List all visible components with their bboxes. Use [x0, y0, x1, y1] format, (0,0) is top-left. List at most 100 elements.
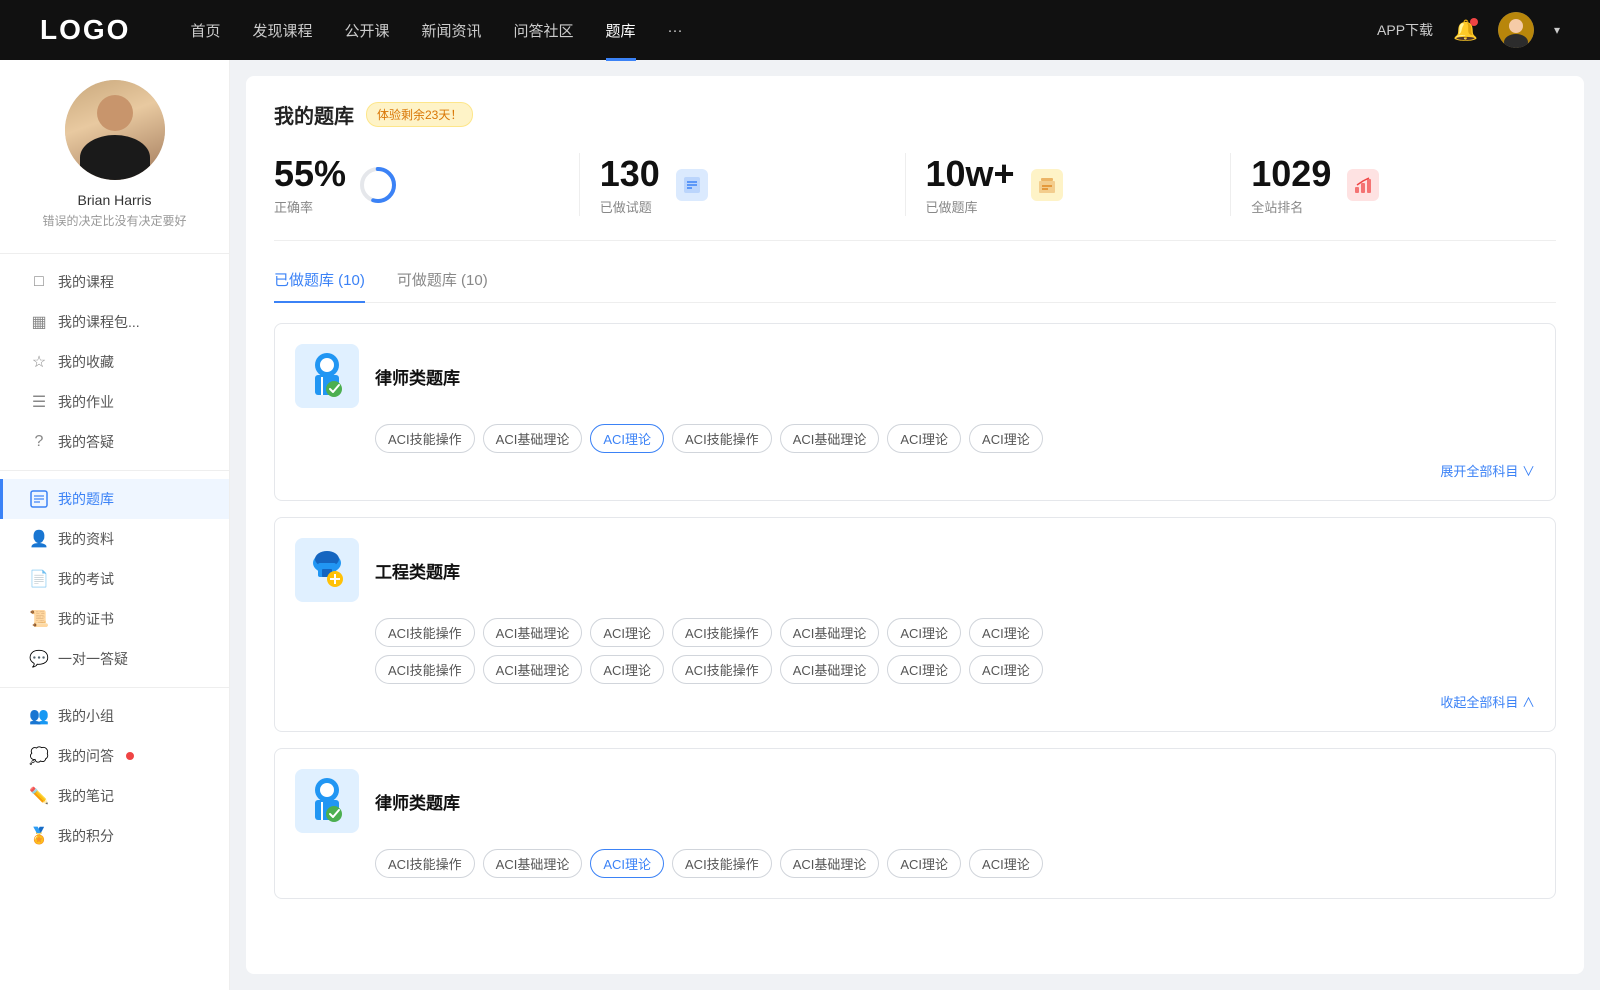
- bank-card-0-title: 律师类题库: [375, 364, 460, 389]
- sidebar-item-my-cert[interactable]: 📜 我的证书: [0, 599, 229, 639]
- bank-2-tag-4[interactable]: ACI基础理论: [780, 849, 880, 878]
- favorites-icon: ☆: [30, 353, 48, 371]
- bank-card-2-icon: [295, 769, 359, 833]
- bank-card-2-title: 律师类题库: [375, 789, 460, 814]
- questions-icon-square: [676, 169, 708, 201]
- bank-1-tag-4[interactable]: ACI基础理论: [780, 618, 880, 647]
- sidebar-item-label-favorites: 我的收藏: [58, 352, 114, 372]
- page-layout: Brian Harris 错误的决定比没有决定要好 □ 我的课程 ▦ 我的课程包…: [0, 60, 1600, 990]
- accuracy-icon: [358, 165, 398, 205]
- sidebar-item-my-notes[interactable]: ✏️ 我的笔记: [0, 776, 229, 816]
- sidebar: Brian Harris 错误的决定比没有决定要好 □ 我的课程 ▦ 我的课程包…: [0, 60, 230, 990]
- sidebar-divider-top: [0, 253, 229, 254]
- stat-done-banks-content: 10w+ 已做题库: [926, 153, 1015, 216]
- stat-rank-value: 1029: [1251, 153, 1331, 195]
- bank-1-tag-1[interactable]: ACI基础理论: [483, 618, 583, 647]
- logo: LOGO: [40, 14, 130, 46]
- sidebar-item-label-my-profile: 我的资料: [58, 529, 114, 549]
- bank-1-expand[interactable]: 收起全部科目 ∧: [295, 692, 1535, 711]
- bank-card-1-tags-row2: ACI技能操作 ACI基础理论 ACI理论 ACI技能操作 ACI基础理论 AC…: [375, 655, 1535, 684]
- homework-icon: ☰: [30, 393, 48, 411]
- nav-opencourse[interactable]: 公开课: [344, 20, 389, 41]
- bank-2-tag-2[interactable]: ACI理论: [590, 849, 664, 878]
- sidebar-item-homework[interactable]: ☰ 我的作业: [0, 382, 229, 422]
- nav-more[interactable]: ···: [668, 22, 683, 39]
- bank-1-extra-tag-2[interactable]: ACI理论: [590, 655, 664, 684]
- sidebar-item-question-bank[interactable]: 我的题库: [0, 479, 229, 519]
- sidebar-item-my-profile[interactable]: 👤 我的资料: [0, 519, 229, 559]
- bank-0-tag-2[interactable]: ACI理论: [590, 424, 664, 453]
- bank-2-tag-6[interactable]: ACI理论: [969, 849, 1043, 878]
- bank-1-tag-0[interactable]: ACI技能操作: [375, 618, 475, 647]
- my-qa-icon: ?: [30, 433, 48, 451]
- tab-available-banks[interactable]: 可做题库 (10): [397, 269, 488, 302]
- bank-1-extra-tag-3[interactable]: ACI技能操作: [672, 655, 772, 684]
- rank-icon-square: [1347, 169, 1379, 201]
- sidebar-item-my-questions[interactable]: 💭 我的问答: [0, 736, 229, 776]
- nav-qa[interactable]: 问答社区: [514, 20, 574, 41]
- bank-2-tag-5[interactable]: ACI理论: [887, 849, 961, 878]
- nav-discover[interactable]: 发现课程: [252, 20, 312, 41]
- bank-card-0-tags: ACI技能操作 ACI基础理论 ACI理论 ACI技能操作 ACI基础理论 AC…: [375, 424, 1535, 453]
- bank-0-tag-5[interactable]: ACI理论: [887, 424, 961, 453]
- sidebar-item-one-on-one[interactable]: 💬 一对一答疑: [0, 639, 229, 679]
- page-header: 我的题库 体验剩余23天！: [274, 100, 1556, 129]
- sidebar-item-my-exam[interactable]: 📄 我的考试: [0, 559, 229, 599]
- stat-done-questions-value: 130: [600, 153, 660, 195]
- sidebar-item-favorites[interactable]: ☆ 我的收藏: [0, 342, 229, 382]
- navbar: LOGO 首页 发现课程 公开课 新闻资讯 问答社区 题库 ··· APP下载 …: [0, 0, 1600, 60]
- app-download-button[interactable]: APP下载: [1377, 20, 1433, 40]
- tabs: 已做题库 (10) 可做题库 (10): [274, 269, 1556, 303]
- stat-rank-label: 全站排名: [1251, 197, 1331, 216]
- bank-1-extra-tag-1[interactable]: ACI基础理论: [483, 655, 583, 684]
- sidebar-item-my-course[interactable]: □ 我的课程: [0, 262, 229, 302]
- bank-card-1-title: 工程类题库: [375, 558, 460, 583]
- banks-icon-square: [1031, 169, 1063, 201]
- sidebar-item-label-my-notes: 我的笔记: [58, 786, 114, 806]
- sidebar-item-course-package[interactable]: ▦ 我的课程包...: [0, 302, 229, 342]
- stat-accuracy-label: 正确率: [274, 197, 346, 216]
- my-exam-icon: 📄: [30, 570, 48, 588]
- bank-1-extra-tag-0[interactable]: ACI技能操作: [375, 655, 475, 684]
- bank-1-extra-tag-5[interactable]: ACI理论: [887, 655, 961, 684]
- bank-card-0: 律师类题库 ACI技能操作 ACI基础理论 ACI理论 ACI技能操作 ACI基…: [274, 323, 1556, 501]
- bank-1-tag-5[interactable]: ACI理论: [887, 618, 961, 647]
- sidebar-item-label-my-cert: 我的证书: [58, 609, 114, 629]
- one-on-one-icon: 💬: [30, 650, 48, 668]
- rank-icon: [1343, 165, 1383, 205]
- bank-1-extra-tag-6[interactable]: ACI理论: [969, 655, 1043, 684]
- bank-0-tag-3[interactable]: ACI技能操作: [672, 424, 772, 453]
- nav-news[interactable]: 新闻资讯: [422, 20, 482, 41]
- nav-questionbank[interactable]: 题库: [606, 20, 636, 41]
- bank-0-tag-4[interactable]: ACI基础理论: [780, 424, 880, 453]
- my-points-icon: 🏅: [30, 827, 48, 845]
- nav-home[interactable]: 首页: [190, 20, 220, 41]
- bank-2-tag-1[interactable]: ACI基础理论: [483, 849, 583, 878]
- bank-2-tag-3[interactable]: ACI技能操作: [672, 849, 772, 878]
- sidebar-item-my-points[interactable]: 🏅 我的积分: [0, 816, 229, 856]
- bank-1-extra-tag-4[interactable]: ACI基础理论: [780, 655, 880, 684]
- bank-1-tag-6[interactable]: ACI理论: [969, 618, 1043, 647]
- bank-1-tag-3[interactable]: ACI技能操作: [672, 618, 772, 647]
- bank-1-tag-2[interactable]: ACI理论: [590, 618, 664, 647]
- tab-done-banks[interactable]: 已做题库 (10): [274, 269, 365, 302]
- bank-2-tag-0[interactable]: ACI技能操作: [375, 849, 475, 878]
- avatar[interactable]: [1498, 12, 1534, 48]
- sidebar-item-my-group[interactable]: 👥 我的小组: [0, 696, 229, 736]
- stat-done-questions: 130 已做试题: [580, 153, 906, 216]
- sidebar-user-name: Brian Harris: [78, 192, 152, 208]
- bank-card-0-header: 律师类题库: [295, 344, 1535, 408]
- my-course-icon: □: [30, 273, 48, 291]
- nav-menu: 首页 发现课程 公开课 新闻资讯 问答社区 题库 ···: [190, 20, 1377, 41]
- stat-done-banks-value: 10w+: [926, 153, 1015, 195]
- notification-bell[interactable]: 🔔: [1453, 18, 1478, 43]
- avatar-dropdown-arrow[interactable]: ▾: [1554, 23, 1560, 37]
- sidebar-item-my-qa[interactable]: ? 我的答疑: [0, 422, 229, 462]
- questions-badge: [126, 752, 134, 760]
- stat-accuracy-content: 55% 正确率: [274, 153, 346, 216]
- bank-0-tag-0[interactable]: ACI技能操作: [375, 424, 475, 453]
- bank-0-expand[interactable]: 展开全部科目 ∨: [295, 461, 1535, 480]
- bank-0-tag-1[interactable]: ACI基础理论: [483, 424, 583, 453]
- bank-0-tag-6[interactable]: ACI理论: [969, 424, 1043, 453]
- stat-done-banks-label: 已做题库: [926, 197, 1015, 216]
